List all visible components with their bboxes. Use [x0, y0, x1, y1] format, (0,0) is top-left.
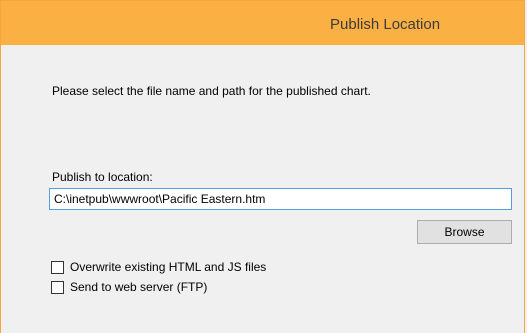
browse-button[interactable]: Browse — [417, 220, 512, 244]
overwrite-files-option[interactable]: Overwrite existing HTML and JS files — [51, 259, 266, 275]
overwrite-files-checkbox[interactable] — [51, 260, 64, 274]
title-bar[interactable]: Publish Location — [1, 1, 524, 45]
send-to-ftp-label: Send to web server (FTP) — [70, 280, 208, 294]
publish-location-label: Publish to location: — [52, 170, 153, 184]
dialog-title: Publish Location — [330, 16, 441, 33]
send-to-ftp-option[interactable]: Send to web server (FTP) — [51, 279, 207, 295]
instruction-text: Please select the file name and path for… — [52, 84, 371, 98]
publish-location-input[interactable] — [49, 188, 512, 210]
overwrite-files-label: Overwrite existing HTML and JS files — [70, 260, 267, 274]
send-to-ftp-checkbox[interactable] — [51, 280, 64, 294]
publish-location-dialog: Publish Location Please select the file … — [0, 0, 525, 333]
